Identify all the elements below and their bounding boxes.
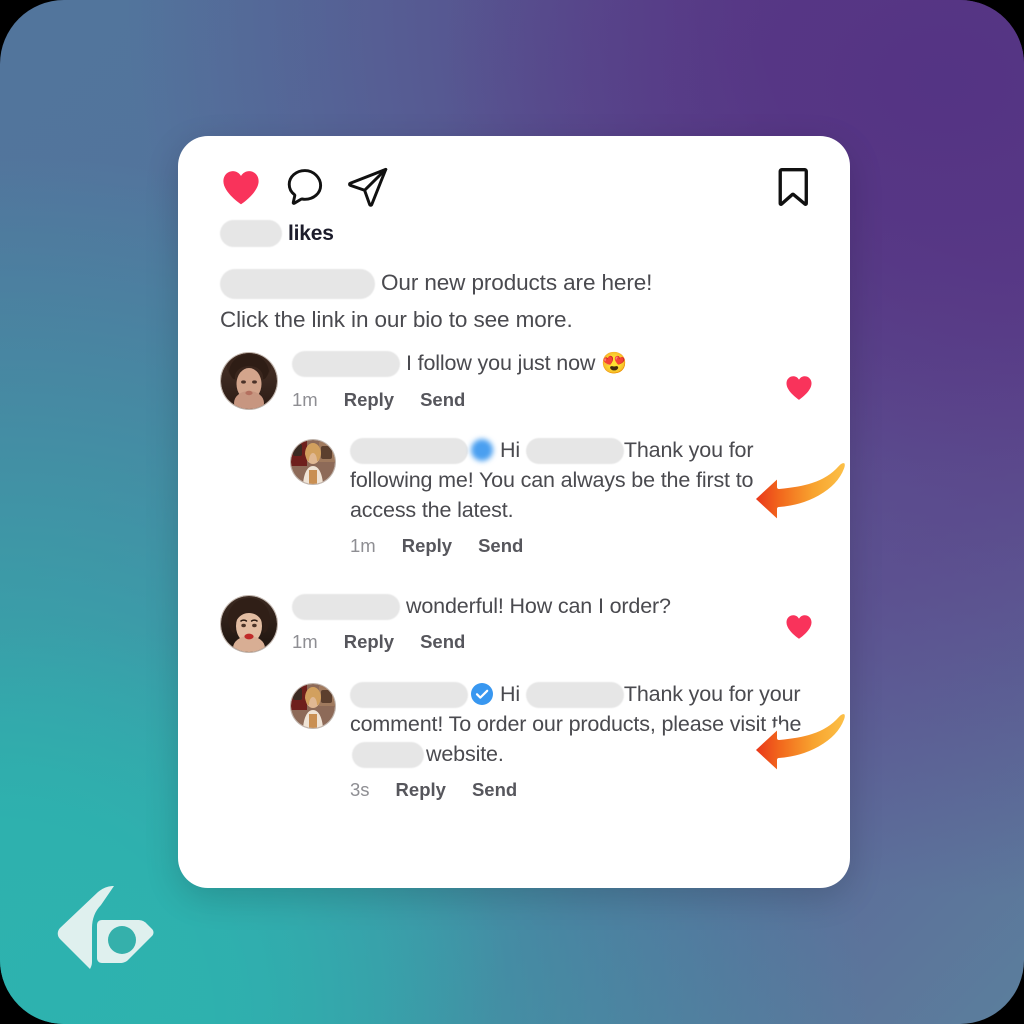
- reply-mention-redacted-1: [525, 438, 624, 465]
- comment-username-redacted-1: [292, 351, 400, 378]
- leaf-p-logo: [52, 884, 154, 980]
- reply-timestamp-1: 1m: [350, 535, 376, 556]
- comment-meta-1: 1m Reply Send: [292, 389, 810, 411]
- likes-label: likes: [288, 221, 334, 245]
- post-actions-right: [776, 166, 810, 208]
- comment-bubble-icon[interactable]: [284, 167, 324, 207]
- reply-timestamp-2: 3s: [350, 779, 370, 800]
- reply-site-redacted-2: [352, 742, 424, 769]
- comment-body-2: wonderful! How can I order? 1m Reply Sen…: [278, 591, 810, 653]
- send-button-1[interactable]: Send: [420, 389, 465, 411]
- comment-body-1: I follow you just now 😍 1m Reply Send: [278, 348, 810, 411]
- comment-timestamp-1: 1m: [292, 389, 318, 410]
- comment-text-1: I follow you just now 😍: [292, 348, 810, 379]
- verified-check-badge-icon: [471, 683, 493, 705]
- reply-message-2b: website.: [426, 742, 504, 766]
- reply-body-1: Hi Thank you for following me! You can a…: [336, 435, 810, 557]
- reply-button-3[interactable]: Reply: [344, 631, 394, 653]
- reply-meta-2: 3s Reply Send: [350, 779, 810, 801]
- screenshot-root: likes Our new products are here! Click t…: [0, 0, 1024, 1024]
- reply-text-1: Hi Thank you for following me! You can a…: [350, 435, 810, 525]
- instagram-post-card: likes Our new products are here! Click t…: [178, 136, 850, 888]
- post-actions-left: [220, 166, 390, 208]
- reply-button-4[interactable]: Reply: [396, 779, 446, 801]
- reply-text-2: Hi Thank you for your comment! To order …: [350, 679, 810, 769]
- caption-author-redacted: [220, 269, 375, 300]
- bookmark-icon[interactable]: [776, 166, 810, 208]
- avatar-influencer-2[interactable]: [290, 683, 336, 729]
- send-button-3[interactable]: Send: [420, 631, 465, 653]
- avatar-woman-red-lips[interactable]: [220, 595, 278, 653]
- post-action-bar: [220, 164, 810, 210]
- comment-message-1: I follow you just now: [406, 351, 596, 375]
- comment-like-heart-1[interactable]: [784, 374, 814, 401]
- reply-item-2: Hi Thank you for your comment! To order …: [178, 679, 850, 801]
- paper-plane-icon[interactable]: [346, 166, 390, 208]
- reply-button-1[interactable]: Reply: [344, 389, 394, 411]
- reply-item-1: Hi Thank you for following me! You can a…: [178, 435, 850, 557]
- send-button-2[interactable]: Send: [478, 535, 523, 557]
- comments-list: I follow you just now 😍 1m Reply Send Hi…: [178, 348, 850, 801]
- likes-count-redacted: [220, 220, 282, 247]
- blurred-verified-badge-icon: [471, 439, 493, 461]
- comment-meta-2: 1m Reply Send: [292, 631, 810, 653]
- reply-username-redacted-2: [350, 682, 468, 709]
- caption-line-1: Our new products are here!: [381, 270, 653, 295]
- comment-message-2: wonderful! How can I order?: [406, 594, 671, 618]
- send-button-4[interactable]: Send: [472, 779, 517, 801]
- reply-greeting-2: Hi: [500, 682, 521, 706]
- post-caption: Our new products are here! Click the lin…: [220, 264, 806, 338]
- reply-mention-redacted-2: [525, 682, 624, 709]
- caption-line-2: Click the link in our bio to see more.: [220, 307, 573, 332]
- reply-button-2[interactable]: Reply: [402, 535, 452, 557]
- comment-like-heart-2[interactable]: [784, 613, 814, 640]
- comment-item-1: I follow you just now 😍 1m Reply Send: [178, 348, 850, 411]
- avatar-woman-portrait[interactable]: [220, 352, 278, 410]
- avatar-influencer-1[interactable]: [290, 439, 336, 485]
- heart-filled-icon[interactable]: [220, 168, 262, 206]
- comment-item-2: wonderful! How can I order? 1m Reply Sen…: [178, 591, 850, 653]
- reply-username-redacted-1: [350, 438, 468, 465]
- comment-text-2: wonderful! How can I order?: [292, 591, 810, 621]
- comment-username-redacted-2: [292, 594, 400, 621]
- reply-body-2: Hi Thank you for your comment! To order …: [336, 679, 810, 801]
- heart-eyes-emoji: 😍: [601, 352, 628, 375]
- reply-meta-1: 1m Reply Send: [350, 535, 810, 557]
- likes-row[interactable]: likes: [220, 220, 334, 247]
- comment-timestamp-2: 1m: [292, 631, 318, 652]
- reply-greeting-1: Hi: [500, 438, 521, 462]
